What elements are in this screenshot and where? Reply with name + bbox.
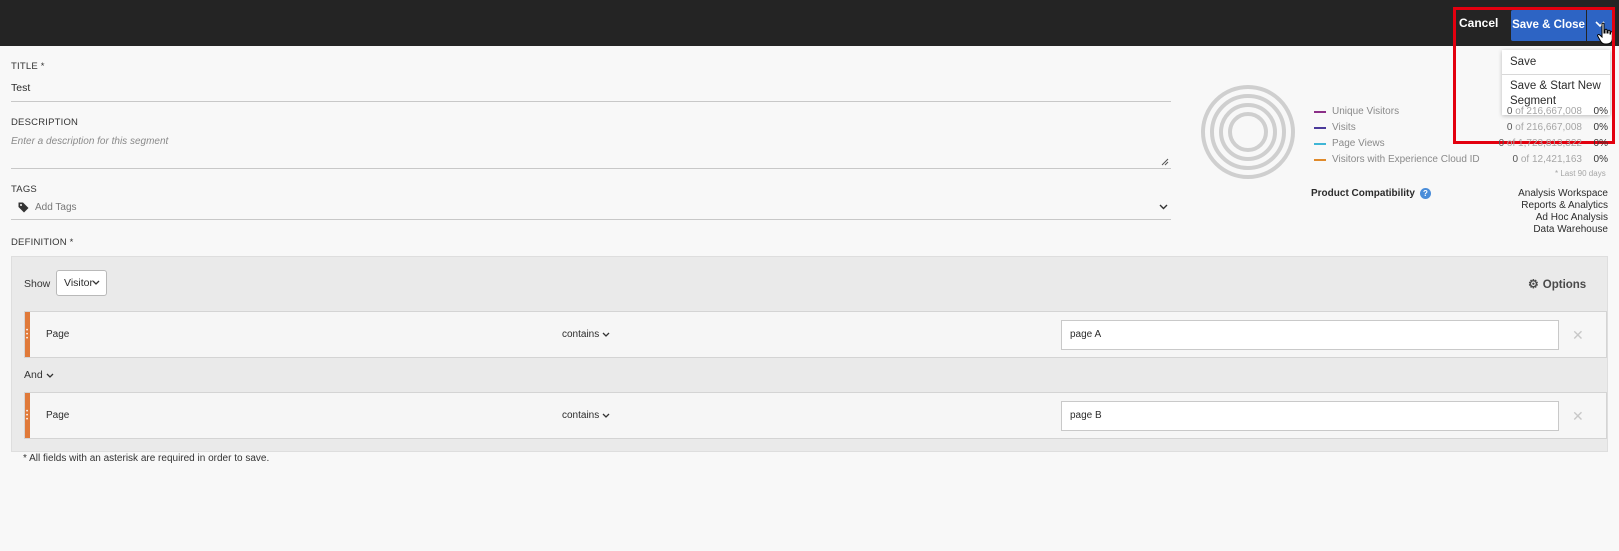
logic-operator-label: And bbox=[24, 369, 43, 381]
metric-name: Visitors with Experience Cloud ID bbox=[1332, 154, 1480, 165]
show-label: Show bbox=[24, 278, 51, 290]
logic-operator[interactable]: And bbox=[24, 369, 54, 381]
chevron-down-icon bbox=[92, 280, 100, 285]
definition-label: DEFINITION * bbox=[11, 237, 74, 248]
drag-dots-icon: • • • bbox=[26, 328, 29, 342]
metric-name: Unique Visitors bbox=[1332, 106, 1400, 117]
chevron-down-icon bbox=[46, 373, 54, 378]
menu-item-save[interactable]: Save bbox=[1502, 50, 1610, 75]
options-button[interactable]: ⚙ Options bbox=[1528, 277, 1586, 291]
metric-row: Page Views 0 of 1,723,813,322 0% bbox=[1314, 137, 1608, 153]
title-label: TITLE * bbox=[11, 61, 45, 72]
required-note: * All fields with an asterisk are requir… bbox=[23, 453, 270, 464]
compat-item: Ad Hoc Analysis bbox=[1535, 212, 1608, 223]
metric-row: Unique Visitors 0 of 216,667,008 0% bbox=[1314, 105, 1608, 121]
rule-value-input[interactable]: page B bbox=[1061, 401, 1559, 431]
compat-item: Data Warehouse bbox=[1533, 224, 1608, 235]
chevron-down-icon bbox=[602, 332, 610, 337]
rule-operator-label: contains bbox=[562, 410, 600, 421]
rule-row: • • • Page contains page A ✕ bbox=[24, 311, 1607, 358]
cancel-button[interactable]: Cancel bbox=[1459, 12, 1498, 34]
compat-item: Reports & Analytics bbox=[1521, 200, 1608, 211]
rule-row: • • • Page contains page B ✕ bbox=[24, 392, 1607, 439]
rule-operator-label: contains bbox=[562, 329, 600, 340]
resize-grip-icon[interactable] bbox=[1161, 158, 1169, 166]
metric-row: Visitors with Experience Cloud ID 0 of 1… bbox=[1314, 153, 1608, 169]
tags-input[interactable]: Add Tags bbox=[35, 202, 77, 213]
metric-swatch bbox=[1314, 159, 1326, 161]
product-compatibility-list: Analysis Workspace Reports & Analytics A… bbox=[1518, 188, 1608, 236]
metric-swatch bbox=[1314, 111, 1326, 113]
rule-operator[interactable]: contains bbox=[562, 410, 610, 421]
description-input[interactable]: Enter a description for this segment bbox=[11, 130, 1171, 169]
close-icon[interactable]: ✕ bbox=[1572, 327, 1584, 344]
rule-dimension[interactable]: Page bbox=[46, 410, 69, 421]
metric-percent: 0% bbox=[1593, 154, 1608, 165]
options-label: Options bbox=[1542, 279, 1587, 291]
metric-row: Visits 0 of 216,667,008 0% bbox=[1314, 121, 1608, 137]
rule-dimension[interactable]: Page bbox=[46, 329, 69, 340]
metric-swatch bbox=[1314, 143, 1326, 145]
tags-label: TAGS bbox=[11, 184, 37, 195]
hand-cursor-icon bbox=[1597, 22, 1613, 45]
metric-count: 0 of 216,667,008 bbox=[1506, 106, 1582, 117]
show-select[interactable]: Visitor bbox=[56, 270, 107, 296]
metric-percent: 0% bbox=[1593, 106, 1608, 117]
help-icon[interactable]: ? bbox=[1419, 188, 1431, 199]
metric-percent: 0% bbox=[1593, 122, 1608, 133]
segment-summary-donut bbox=[1201, 85, 1295, 179]
metric-count: 0 of 1,723,813,322 bbox=[1498, 138, 1582, 149]
metric-name: Visits bbox=[1332, 122, 1356, 133]
title-input[interactable]: Test bbox=[11, 82, 30, 94]
tag-icon bbox=[18, 202, 29, 213]
drag-handle[interactable]: • • • bbox=[25, 393, 30, 438]
metric-swatch bbox=[1314, 127, 1326, 129]
chevron-down-icon[interactable] bbox=[1159, 204, 1168, 210]
compat-item: Analysis Workspace bbox=[1518, 188, 1608, 199]
drag-handle[interactable]: • • • bbox=[25, 312, 30, 357]
description-placeholder: Enter a description for this segment bbox=[11, 136, 169, 147]
product-compatibility-label: Product Compatibility? bbox=[1311, 188, 1431, 199]
metrics-footnote: * Last 90 days bbox=[1555, 169, 1606, 178]
tags-underline bbox=[11, 219, 1171, 220]
chevron-down-icon bbox=[602, 413, 610, 418]
menu-item-save-start-new-segment[interactable]: Save & Start New Segment bbox=[1502, 75, 1610, 109]
metric-count: 0 of 216,667,008 bbox=[1506, 122, 1582, 133]
top-bar bbox=[0, 0, 1619, 46]
metric-count: 0 of 12,421,163 bbox=[1512, 154, 1582, 165]
drag-dots-icon: • • • bbox=[26, 409, 29, 423]
rule-value-input[interactable]: page A bbox=[1061, 320, 1559, 350]
rule-operator[interactable]: contains bbox=[562, 329, 610, 340]
metric-percent: 0% bbox=[1593, 138, 1608, 149]
save-close-button[interactable]: Save & Close bbox=[1511, 10, 1586, 41]
gear-icon: ⚙ bbox=[1528, 277, 1539, 291]
metric-name: Page Views bbox=[1332, 138, 1385, 149]
show-select-value: Visitor bbox=[64, 277, 93, 289]
title-underline bbox=[11, 101, 1171, 102]
close-icon[interactable]: ✕ bbox=[1572, 408, 1584, 425]
description-label: DESCRIPTION bbox=[11, 117, 79, 128]
